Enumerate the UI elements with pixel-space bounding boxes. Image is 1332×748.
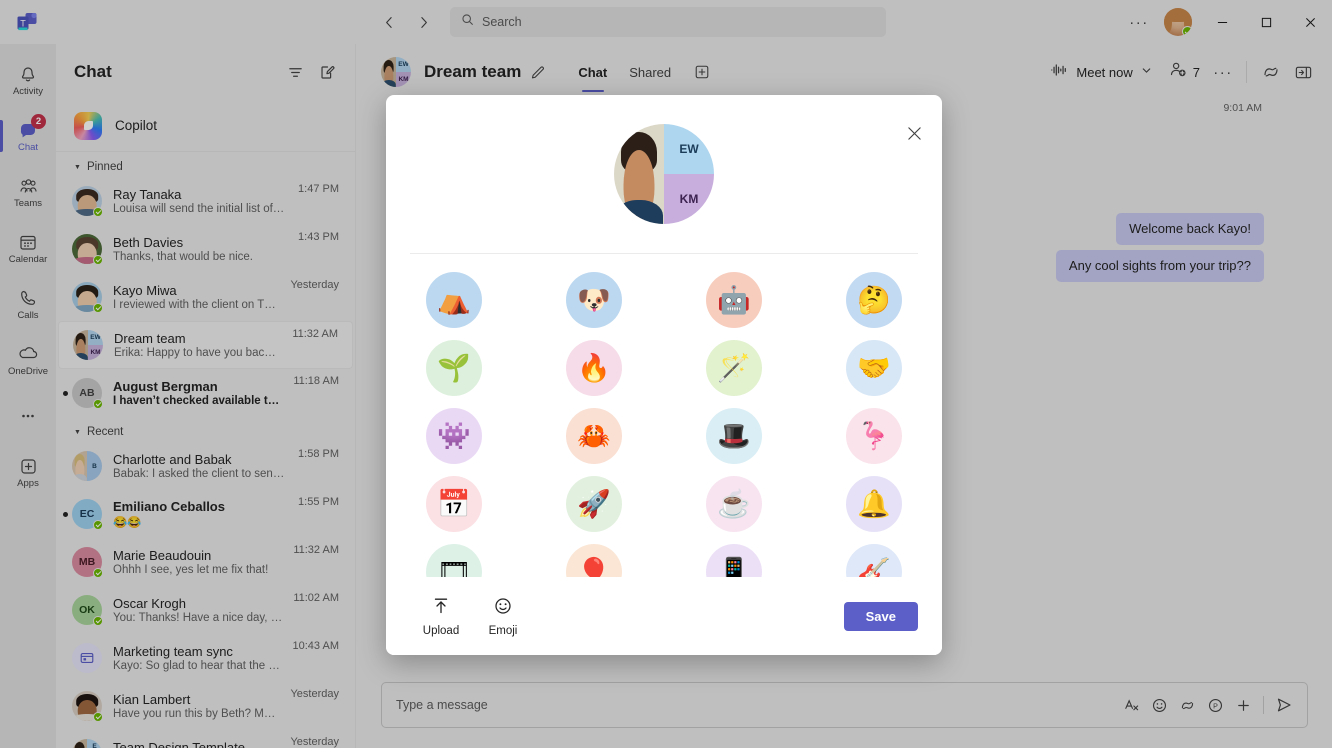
emoji-icon bbox=[493, 596, 513, 621]
mobile-app-icon: 📱 bbox=[717, 557, 751, 577]
teacup-icon: ☕ bbox=[717, 489, 751, 519]
emoji-label: Emoji bbox=[488, 624, 518, 637]
dialog-footer: Upload Emoji Save bbox=[386, 577, 942, 655]
guitar-icon: 🎸 bbox=[857, 557, 891, 577]
flamingo-icon: 🦩 bbox=[857, 421, 891, 451]
calendar-icon: 📅 bbox=[437, 489, 471, 519]
avatar-option-purple-monster[interactable]: 👾 bbox=[426, 408, 482, 464]
avatar-option-robot[interactable]: 🤖 bbox=[706, 272, 762, 328]
avatar-option-film-reel[interactable]: 🎞 bbox=[426, 544, 482, 577]
avatar-option-mobile-app[interactable]: 📱 bbox=[706, 544, 762, 577]
avatar-option-handshake[interactable]: 🤝 bbox=[846, 340, 902, 396]
upload-label: Upload bbox=[422, 624, 460, 637]
film-reel-icon: 🎞 bbox=[436, 557, 472, 577]
bell-icon: 🔔 bbox=[857, 489, 891, 519]
avatar-option-thinking-face[interactable]: 🤔 bbox=[846, 272, 902, 328]
rocket-icon: 🚀 bbox=[577, 489, 611, 519]
avatar-grid-scroll[interactable]: EW KM ⛺ 🐶 🤖 🤔 🐛 🤝 🌱 🔥 🪄 🤝 🫰 🦖 👾 bbox=[386, 254, 942, 577]
camping-tent-icon: ⛺ bbox=[437, 285, 471, 315]
handshake-icon: 🤝 bbox=[857, 353, 891, 383]
dog-face-icon: 🐶 bbox=[577, 285, 611, 315]
teams-window: T Search ··· Activity 2 Chat Teams Calen… bbox=[0, 0, 1332, 748]
avatar-option-hot-air-balloon[interactable]: 🎈 bbox=[566, 544, 622, 577]
current-avatar-preview: EW KM bbox=[386, 95, 942, 253]
avatar-option-bell[interactable]: 🔔 bbox=[846, 476, 902, 532]
purple-monster-icon: 👾 bbox=[437, 421, 471, 451]
close-icon[interactable] bbox=[900, 119, 928, 147]
leaf-in-hand-icon: 🌱 bbox=[437, 353, 471, 383]
save-button[interactable]: Save bbox=[843, 601, 918, 631]
hot-air-balloon-icon: 🎈 bbox=[577, 557, 611, 577]
avatar-grid: EW KM ⛺ 🐶 🤖 🤔 🐛 🤝 🌱 🔥 🪄 🤝 🫰 🦖 👾 bbox=[386, 272, 942, 577]
avatar-picker-dialog: EW KM EW KM bbox=[386, 95, 942, 655]
avatar-option-crab[interactable]: 🦀 bbox=[566, 408, 622, 464]
avatar-option-dog-face[interactable]: 🐶 bbox=[566, 272, 622, 328]
avatar: EW KM bbox=[614, 124, 714, 224]
avatar-option-rocket[interactable]: 🚀 bbox=[566, 476, 622, 532]
avatar-option-magic-wand[interactable]: 🪄 bbox=[706, 340, 762, 396]
crab-icon: 🦀 bbox=[577, 421, 611, 451]
avatar-option-guitar[interactable]: 🎸 bbox=[846, 544, 902, 577]
hands-holding-flame-icon: 🔥 bbox=[577, 353, 611, 383]
avatar-initials: KM bbox=[664, 174, 714, 224]
avatar-option-flamingo[interactable]: 🦩 bbox=[846, 408, 902, 464]
avatar-option-calendar[interactable]: 📅 bbox=[426, 476, 482, 532]
magic-wand-icon: 🪄 bbox=[717, 353, 751, 383]
bunny-in-hat-icon: 🎩 bbox=[717, 421, 751, 451]
upload-button[interactable]: Upload bbox=[410, 596, 472, 637]
upload-icon bbox=[431, 596, 451, 621]
thinking-face-icon: 🤔 bbox=[857, 285, 891, 315]
avatar-option-leaf-in-hand[interactable]: 🌱 bbox=[426, 340, 482, 396]
avatar-option-teacup[interactable]: ☕ bbox=[706, 476, 762, 532]
robot-icon: 🤖 bbox=[717, 285, 751, 315]
emoji-button[interactable]: Emoji bbox=[472, 596, 534, 637]
avatar-option-bunny-in-hat[interactable]: 🎩 bbox=[706, 408, 762, 464]
avatar-option-hands-holding-flame[interactable]: 🔥 bbox=[566, 340, 622, 396]
avatar-initials: EW bbox=[664, 124, 714, 174]
avatar-option-camping-tent[interactable]: ⛺ bbox=[426, 272, 482, 328]
